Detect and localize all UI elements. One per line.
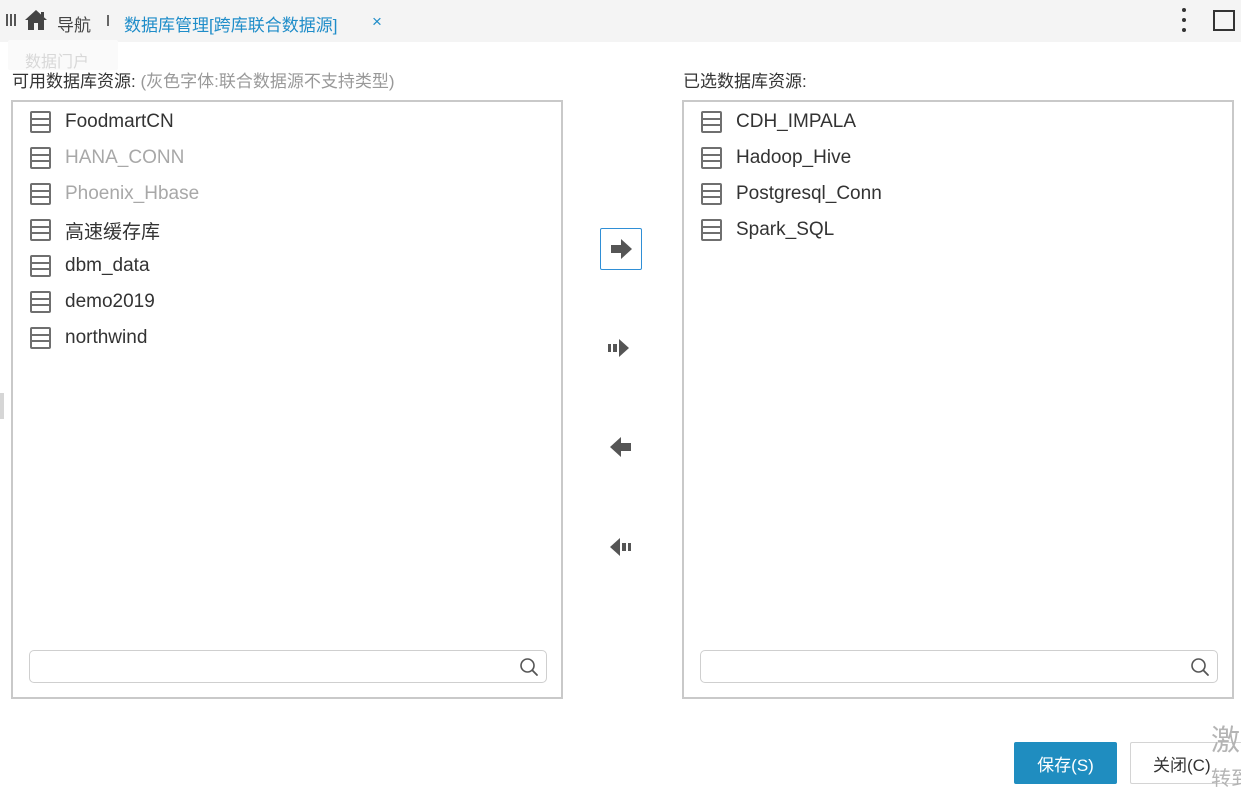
available-resources-list: FoodmartCN HANA_CONN Phoenix_Hbase 高速缓存库…	[13, 102, 561, 356]
list-item[interactable]: demo2019	[13, 284, 561, 320]
database-icon	[701, 111, 722, 133]
watermark-text: 激	[1211, 725, 1241, 757]
list-item[interactable]: northwind	[13, 320, 561, 356]
database-icon	[30, 147, 51, 169]
database-icon	[30, 111, 51, 133]
move-right-button[interactable]	[600, 228, 642, 270]
nav-separator	[107, 15, 109, 26]
arrow-right-icon	[611, 239, 632, 259]
search-icon[interactable]	[1190, 657, 1210, 677]
list-item[interactable]: Postgresql_Conn	[684, 176, 1232, 212]
list-item-label: dbm_data	[65, 255, 150, 276]
list-item[interactable]: Hadoop_Hive	[684, 140, 1232, 176]
tab-close-icon[interactable]: ×	[372, 12, 382, 32]
list-item-label: northwind	[65, 327, 148, 348]
available-resources-panel: FoodmartCN HANA_CONN Phoenix_Hbase 高速缓存库…	[11, 100, 563, 699]
search-icon[interactable]	[519, 657, 539, 677]
database-icon	[30, 255, 51, 277]
save-button[interactable]: 保存(S)	[1014, 742, 1117, 784]
database-icon	[30, 183, 51, 205]
list-item[interactable]: HANA_CONN	[13, 140, 561, 176]
available-search-box	[29, 650, 547, 683]
selected-resources-panel: CDH_IMPALA Hadoop_Hive Postgresql_Conn S…	[682, 100, 1234, 699]
database-icon	[30, 291, 51, 313]
home-icon[interactable]	[24, 9, 48, 31]
double-arrow-left-icon	[610, 538, 631, 556]
list-item-label: Spark_SQL	[736, 219, 835, 240]
selected-resources-heading: 已选数据库资源:	[683, 72, 807, 91]
available-resources-label: 可用数据库资源:	[12, 72, 136, 91]
list-item-label: FoodmartCN	[65, 111, 174, 132]
selected-resources-list: CDH_IMPALA Hadoop_Hive Postgresql_Conn S…	[684, 102, 1232, 248]
tab-database-management[interactable]: 数据库管理[跨库联合数据源]	[124, 11, 337, 36]
menu-icon[interactable]	[6, 14, 19, 26]
list-item[interactable]: 高速缓存库	[13, 212, 561, 248]
database-icon	[701, 183, 722, 205]
list-item-label: Hadoop_Hive	[736, 147, 852, 168]
ghost-tab-data-portal: 数据门户	[8, 40, 118, 71]
list-item[interactable]: dbm_data	[13, 248, 561, 284]
move-all-right-button[interactable]	[598, 327, 640, 369]
available-search-input[interactable]	[38, 655, 508, 679]
maximize-icon[interactable]	[1213, 10, 1235, 31]
more-options-icon[interactable]	[1181, 8, 1187, 32]
selected-search-box	[700, 650, 1218, 683]
selected-search-input[interactable]	[709, 655, 1179, 679]
database-icon	[30, 219, 51, 241]
side-resize-handle[interactable]	[0, 393, 4, 419]
available-resources-heading: 可用数据库资源: (灰色字体:联合数据源不支持类型)	[12, 67, 395, 92]
list-item-label: demo2019	[65, 291, 155, 312]
move-all-left-button[interactable]	[600, 526, 642, 568]
list-item[interactable]: FoodmartCN	[13, 104, 561, 140]
list-item-label: 高速缓存库	[65, 221, 161, 243]
nav-label[interactable]: 导航	[57, 11, 91, 36]
database-icon	[701, 219, 722, 241]
database-icon	[30, 327, 51, 349]
list-item-label: Phoenix_Hbase	[65, 183, 200, 204]
arrow-left-icon	[610, 437, 631, 457]
watermark-text-2: 转到	[1211, 768, 1241, 790]
list-item-label: Postgresql_Conn	[736, 183, 882, 204]
list-item-label: CDH_IMPALA	[736, 111, 857, 132]
move-left-button[interactable]	[600, 426, 642, 468]
list-item-label: HANA_CONN	[65, 147, 185, 168]
list-item[interactable]: Spark_SQL	[684, 212, 1232, 248]
list-item[interactable]: CDH_IMPALA	[684, 104, 1232, 140]
top-bar: 导航 数据库管理[跨库联合数据源] ×	[0, 0, 1241, 42]
double-arrow-right-icon	[608, 339, 629, 357]
unsupported-type-hint: (灰色字体:联合数据源不支持类型)	[140, 72, 395, 91]
database-icon	[701, 147, 722, 169]
list-item[interactable]: Phoenix_Hbase	[13, 176, 561, 212]
